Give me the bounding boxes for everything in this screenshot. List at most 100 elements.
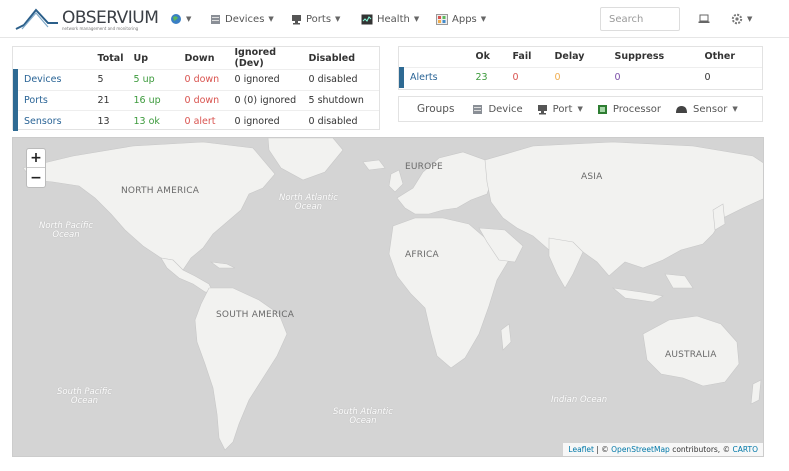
row-ignored: 0 ignored bbox=[230, 110, 305, 131]
row-disabled: 0 disabled bbox=[304, 69, 379, 90]
alerts-link[interactable]: Alerts bbox=[399, 66, 472, 88]
nav-apps-label: Apps bbox=[452, 13, 477, 25]
laptop-icon bbox=[698, 14, 710, 23]
table-header: Delay bbox=[554, 51, 585, 63]
alerts-panel: Ok Fail Delay Suppress Other Alerts 23 0… bbox=[398, 46, 763, 90]
openstreetmap-link[interactable]: OpenStreetMap bbox=[611, 445, 670, 454]
label-south-america: SOUTH AMERICA bbox=[216, 310, 295, 320]
gear-icon bbox=[731, 13, 743, 25]
chevron-down-icon: ▼ bbox=[335, 15, 341, 23]
row-name-link[interactable]: Devices bbox=[13, 69, 94, 90]
table-header: Down bbox=[184, 52, 215, 64]
label-north-atlantic: North Atlantic Ocean bbox=[279, 193, 338, 212]
row-down: 0 down bbox=[180, 89, 231, 111]
alerts-delay: 0 bbox=[550, 66, 611, 88]
groups-device-label: Device bbox=[488, 103, 523, 115]
alerts-table: Ok Fail Delay Suppress Other Alerts 23 0… bbox=[399, 47, 762, 88]
groups-processor-link[interactable]: Processor bbox=[597, 104, 661, 115]
processor-icon bbox=[597, 104, 607, 114]
row-name-link[interactable]: Ports bbox=[13, 89, 94, 111]
top-navbar: OBSERVIUM network management and monitor… bbox=[0, 0, 789, 38]
label-europe: EUROPE bbox=[405, 162, 443, 172]
globe-menu[interactable]: ▼ bbox=[170, 11, 191, 27]
groups-port-label: Port bbox=[552, 103, 573, 115]
table-header: Disabled bbox=[308, 52, 356, 64]
network-port-icon bbox=[292, 14, 301, 24]
label-south-pacific: South Pacific Ocean bbox=[57, 387, 112, 406]
world-map[interactable]: + − NORTH AMERICA SOUTH AMERICA EUROPE A… bbox=[12, 137, 764, 457]
table-header: Suppress bbox=[614, 51, 665, 63]
nav-apps[interactable]: Apps ▼ bbox=[436, 11, 486, 27]
table-row[interactable]: Sensors 13 13 ok 0 alert 0 ignored 0 dis… bbox=[13, 110, 379, 131]
groups-sensor-menu[interactable]: Sensor ▼ bbox=[675, 104, 738, 115]
brand-name: OBSERVIUM bbox=[62, 8, 159, 28]
nav-ports[interactable]: Ports ▼ bbox=[291, 11, 340, 27]
search-input[interactable] bbox=[600, 7, 680, 31]
label-north-america: NORTH AMERICA bbox=[121, 186, 200, 196]
zoom-out-button[interactable]: − bbox=[27, 168, 45, 187]
label-australia: AUSTRALIA bbox=[665, 350, 717, 360]
table-row[interactable]: Ports 21 16 up 0 down 0 (0) ignored 5 sh… bbox=[13, 89, 379, 111]
row-up: 13 ok bbox=[129, 110, 181, 131]
table-header bbox=[402, 47, 472, 67]
attribution-text: | © bbox=[593, 445, 612, 454]
row-ignored: 0 ignored bbox=[230, 69, 305, 90]
chevron-down-icon: ▼ bbox=[186, 15, 192, 23]
groups-device-link[interactable]: Device bbox=[472, 103, 523, 115]
chevron-down-icon: ▼ bbox=[732, 105, 738, 113]
table-header: Other bbox=[704, 51, 736, 63]
display-toggle[interactable] bbox=[698, 11, 710, 27]
table-header-row: Total Up Down Ignored (Dev) Disabled bbox=[16, 47, 380, 70]
server-icon bbox=[211, 14, 220, 24]
table-row[interactable]: Devices 5 5 up 0 down 0 ignored 0 disabl… bbox=[13, 69, 379, 90]
label-south-atlantic: South Atlantic Ocean bbox=[333, 407, 393, 426]
status-summary-panel: Total Up Down Ignored (Dev) Disabled Dev… bbox=[12, 46, 380, 131]
table-header-row: Ok Fail Delay Suppress Other bbox=[402, 47, 763, 67]
status-summary-table: Total Up Down Ignored (Dev) Disabled Dev… bbox=[13, 47, 379, 131]
chevron-down-icon: ▼ bbox=[268, 15, 274, 23]
label-indian-ocean: Indian Ocean bbox=[551, 395, 608, 405]
observium-logo-icon bbox=[15, 8, 58, 30]
apps-icon bbox=[436, 13, 448, 25]
attribution-text: contributors, © bbox=[669, 445, 733, 454]
table-header: Ignored (Dev) bbox=[234, 47, 277, 69]
settings-menu[interactable]: ▼ bbox=[731, 11, 752, 27]
brand-logo[interactable]: OBSERVIUM network management and monitor… bbox=[14, 5, 164, 33]
alerts-ok: 23 bbox=[471, 66, 509, 88]
nav-ports-label: Ports bbox=[306, 13, 332, 25]
row-total: 21 bbox=[93, 89, 130, 111]
brand-tagline: network management and monitoring bbox=[62, 26, 139, 31]
row-disabled: 0 disabled bbox=[304, 110, 379, 131]
table-header: Total bbox=[97, 52, 124, 64]
chevron-down-icon: ▼ bbox=[480, 15, 487, 23]
map-zoom-control: + − bbox=[26, 148, 46, 188]
nav-health[interactable]: Health ▼ bbox=[361, 11, 419, 27]
nav-devices-label: Devices bbox=[225, 13, 265, 25]
nav-devices[interactable]: Devices ▼ bbox=[210, 11, 274, 27]
alerts-suppress: 0 bbox=[610, 66, 701, 88]
row-total: 5 bbox=[93, 69, 130, 90]
carto-link[interactable]: CARTO bbox=[732, 445, 758, 454]
row-down: 0 down bbox=[180, 69, 231, 90]
table-header: Ok bbox=[475, 51, 490, 63]
map-attribution: Leaflet | © OpenStreetMap contributors, … bbox=[563, 443, 763, 456]
row-ignored: 0 (0) ignored bbox=[230, 89, 305, 111]
alerts-other: 0 bbox=[700, 66, 762, 88]
health-monitor-icon bbox=[361, 14, 373, 24]
row-name-link[interactable]: Sensors bbox=[13, 110, 94, 131]
leaflet-link[interactable]: Leaflet bbox=[568, 445, 594, 454]
chevron-down-icon: ▼ bbox=[413, 15, 420, 23]
groups-processor-label: Processor bbox=[612, 103, 662, 115]
table-header: Fail bbox=[512, 51, 532, 63]
table-row[interactable]: Alerts 23 0 0 0 0 bbox=[399, 66, 762, 88]
server-icon bbox=[473, 104, 483, 114]
groups-port-menu[interactable]: Port ▼ bbox=[537, 104, 583, 115]
alerts-fail: 0 bbox=[508, 66, 551, 88]
table-header bbox=[16, 47, 94, 70]
row-up: 5 up bbox=[129, 69, 181, 90]
row-total: 13 bbox=[93, 110, 130, 131]
zoom-in-button[interactable]: + bbox=[27, 149, 45, 168]
globe-icon bbox=[171, 14, 181, 24]
groups-sensor-label: Sensor bbox=[693, 103, 728, 115]
label-africa: AFRICA bbox=[405, 250, 439, 260]
